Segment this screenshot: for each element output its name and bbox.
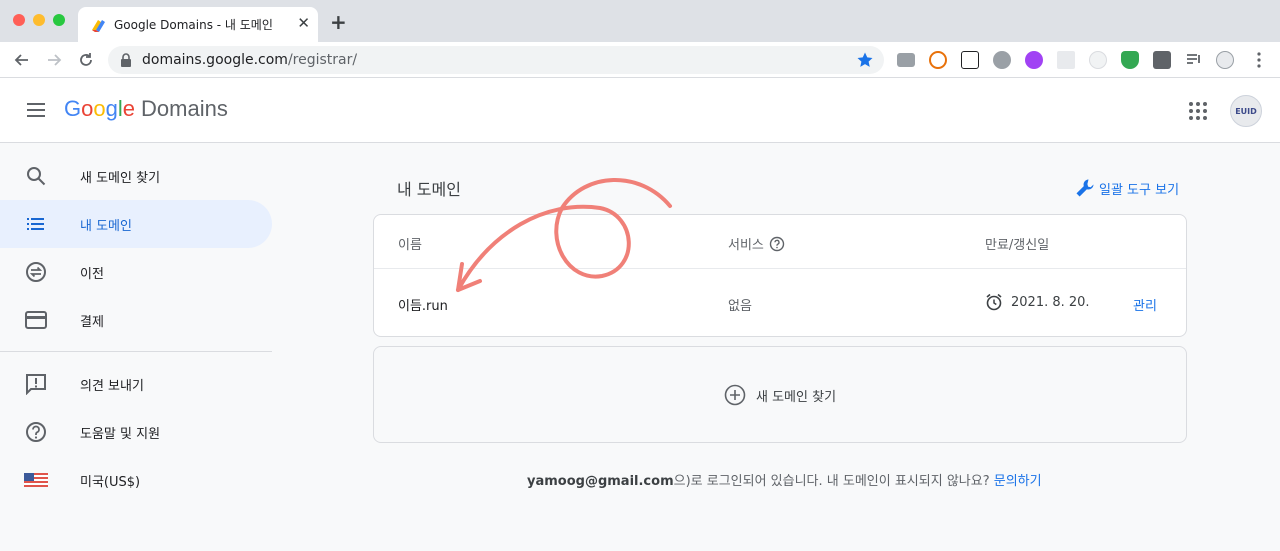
bookmark-star-icon[interactable] <box>856 51 874 69</box>
logo-product-name: Domains <box>141 96 228 121</box>
sidebar-item-label: 미국(US$) <box>80 475 141 490</box>
transfer-icon <box>24 260 48 284</box>
browser-tab[interactable]: Google Domains - 내 도메인 ✕ <box>78 7 318 42</box>
bulk-tools-link[interactable]: 일괄 도구 보기 <box>1075 178 1179 198</box>
help-circle-icon[interactable] <box>769 236 785 252</box>
logo-letter: o <box>81 96 94 121</box>
expiry-date: 2021. 8. 20. <box>985 293 1090 311</box>
avatar-text: EUID <box>1235 106 1257 116</box>
google-apps-grid-icon[interactable] <box>1186 99 1210 123</box>
signed-in-text: 으)로 로그인되어 있습니다. 내 도메인이 표시되지 않나요? <box>673 474 990 489</box>
table-divider <box>374 268 1186 269</box>
new-tab-button[interactable]: + <box>330 10 347 34</box>
forward-arrow-icon[interactable] <box>42 48 66 72</box>
address-bar[interactable]: domains.google.com/registrar/ <box>108 46 884 74</box>
service-value: 없음 <box>728 299 752 314</box>
expiry-date-text: 2021. 8. 20. <box>1011 294 1090 310</box>
reload-icon[interactable] <box>74 48 98 72</box>
search-icon <box>24 164 48 188</box>
domain-table: 이름 서비스 만료/갱신일 이듬.run 없음 2021. 8. 20. 관리 <box>373 214 1187 337</box>
app-header: Google Domains EUID <box>0 78 1280 143</box>
profile-avatar-icon[interactable] <box>1216 51 1234 69</box>
logo-letter: G <box>64 96 82 121</box>
sidebar-item-label: 새 도메인 찾기 <box>80 171 161 186</box>
tab-close-icon[interactable]: ✕ <box>297 14 310 32</box>
extension-purple-icon[interactable] <box>1025 51 1043 69</box>
sidebar-item-label: 결제 <box>80 315 104 330</box>
sidebar-item-label: 의견 보내기 <box>80 379 144 394</box>
domain-name-link[interactable]: 이듬.run <box>398 295 448 314</box>
google-domains-logo[interactable]: Google Domains <box>64 96 228 122</box>
extensions-puzzle-icon[interactable] <box>1153 51 1171 69</box>
bulk-tools-label: 일괄 도구 보기 <box>1099 182 1180 198</box>
camera-extension-icon[interactable] <box>897 53 915 67</box>
browser-tabbar: Google Domains - 내 도메인 ✕ + <box>0 0 1280 42</box>
sidebar-divider <box>0 351 272 352</box>
sidebar-item-transfer[interactable]: 이전 <box>0 248 272 296</box>
extension-shield-icon[interactable] <box>1121 51 1139 69</box>
extension-gear-icon[interactable] <box>993 51 1011 69</box>
sidebar-item-find-domain[interactable]: 새 도메인 찾기 <box>0 152 272 200</box>
maximize-window-button[interactable] <box>53 14 65 26</box>
signed-in-email: yamoog@gmail.com <box>527 474 674 489</box>
sidebar-item-label: 이전 <box>80 267 104 282</box>
sidebar-item-my-domains[interactable]: 내 도메인 <box>0 200 272 248</box>
tab-title: Google Domains - 내 도메인 <box>114 18 273 32</box>
page-title: 내 도메인 <box>397 180 461 199</box>
help-icon <box>24 420 48 444</box>
account-avatar[interactable]: EUID <box>1230 95 1262 127</box>
sidebar-item-feedback[interactable]: 의견 보내기 <box>0 360 272 408</box>
logo-letter: o <box>93 96 106 121</box>
list-icon <box>24 212 48 236</box>
extension-w-icon[interactable] <box>961 51 979 69</box>
lock-icon <box>121 53 131 67</box>
add-domain-card[interactable]: 새 도메인 찾기 <box>373 346 1187 443</box>
google-domains-favicon-icon <box>92 20 105 32</box>
url-host: domains.google.com <box>142 52 288 68</box>
find-new-domain-label: 새 도메인 찾기 <box>756 389 837 405</box>
back-arrow-icon[interactable] <box>10 48 34 72</box>
extension-grid-icon[interactable] <box>1057 51 1075 69</box>
extension-ghost-icon[interactable] <box>1089 51 1107 69</box>
column-header-service-label: 서비스 <box>728 238 764 253</box>
sidebar-item-help[interactable]: 도움말 및 지원 <box>0 408 272 456</box>
credit-card-icon <box>24 308 48 332</box>
sidebar-item-currency[interactable]: 미국(US$) <box>0 456 272 504</box>
media-playlist-icon[interactable] <box>1185 51 1203 69</box>
manage-button[interactable]: 관리 <box>1133 295 1157 314</box>
wrench-icon <box>1076 179 1094 197</box>
contact-link[interactable]: 문의하기 <box>994 474 1042 489</box>
us-flag-icon <box>24 468 48 492</box>
find-new-domain-button[interactable]: 새 도메인 찾기 <box>724 384 836 406</box>
sidebar-nav: 새 도메인 찾기 내 도메인 이전 결제 의견 보내기 도움말 및 지원 미국(… <box>0 144 272 551</box>
feedback-icon <box>24 372 48 396</box>
add-circle-icon <box>724 384 746 406</box>
signed-in-note: yamoog@gmail.com으)로 로그인되어 있습니다. 내 도메인이 표… <box>527 470 1042 489</box>
url-path: /registrar/ <box>287 52 358 68</box>
browser-menu-icon[interactable] <box>1250 51 1268 69</box>
sidebar-item-billing[interactable]: 결제 <box>0 296 272 344</box>
browser-toolbar: domains.google.com/registrar/ <box>0 42 1280 78</box>
logo-letter: g <box>105 96 118 121</box>
logo-letter: e <box>122 96 136 121</box>
column-header-name: 이름 <box>398 238 422 253</box>
column-header-expiry: 만료/갱신일 <box>985 238 1050 253</box>
hamburger-menu-icon[interactable] <box>24 98 48 122</box>
url-text: domains.google.com/registrar/ <box>142 52 357 68</box>
extension-b-icon[interactable] <box>929 51 947 69</box>
sidebar-item-label: 도움말 및 지원 <box>80 427 161 442</box>
close-window-button[interactable] <box>13 14 25 26</box>
sidebar-item-label: 내 도메인 <box>80 219 132 234</box>
column-header-service: 서비스 <box>728 234 785 253</box>
alarm-clock-icon <box>986 293 1002 311</box>
minimize-window-button[interactable] <box>33 14 45 26</box>
